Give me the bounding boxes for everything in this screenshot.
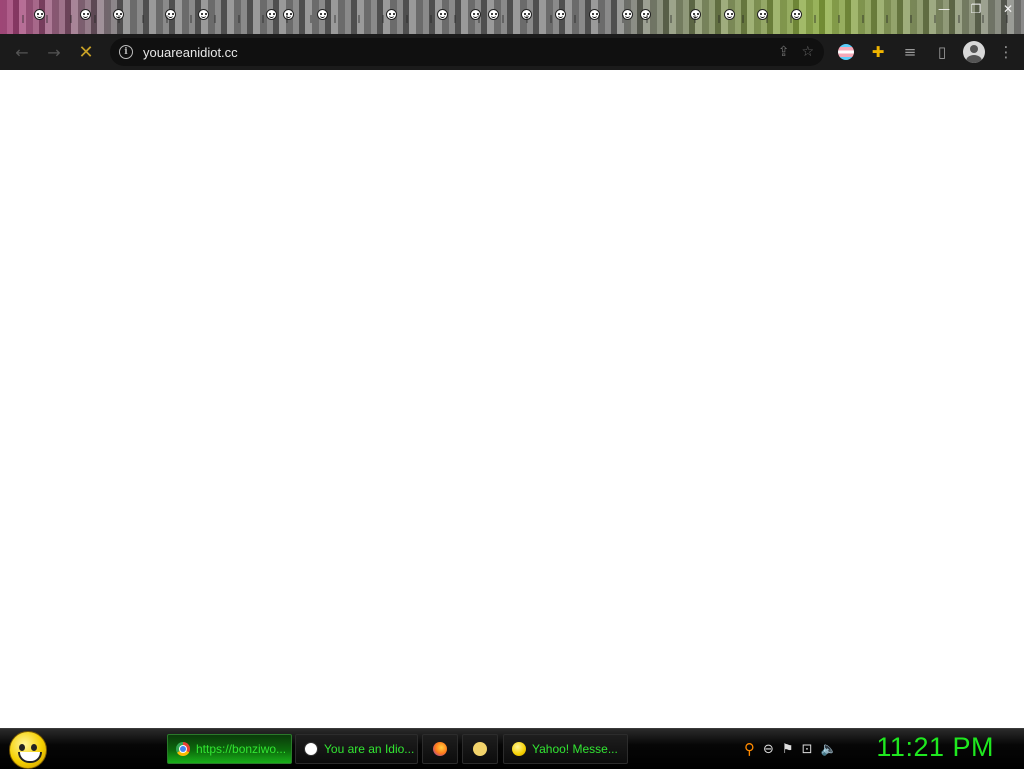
smiley-decoration-icon xyxy=(437,9,448,20)
volume-icon[interactable]: 🔈 xyxy=(820,742,836,757)
tab-strip: — ❐ ✕ xyxy=(0,0,1024,34)
yahoo-icon xyxy=(512,742,526,756)
forward-button[interactable]: → xyxy=(38,36,70,68)
folder-icon xyxy=(473,742,487,756)
close-window-button[interactable]: ✕ xyxy=(992,0,1024,18)
smiley-decoration-icon xyxy=(34,9,45,20)
action-center-flag-icon[interactable]: ⚑ xyxy=(782,742,794,757)
smiley-decoration-icon xyxy=(640,9,651,20)
smiley-decoration-icon xyxy=(521,9,532,20)
window-controls: — ❐ ✕ xyxy=(928,0,1024,18)
smiley-decoration-icon xyxy=(470,9,481,20)
share-icon[interactable]: ⇪ xyxy=(778,44,790,60)
task-button-idiot[interactable]: You are an Idio... xyxy=(295,734,418,764)
media-control-icon[interactable]: ≡ xyxy=(894,34,926,70)
smiley-decoration-icon xyxy=(791,9,802,20)
task-button-chrome[interactable]: https://bonziwo... xyxy=(167,734,292,764)
menu-icon[interactable]: ⋮ xyxy=(990,34,1022,70)
firefox-icon xyxy=(433,742,447,756)
url-text[interactable]: youareanidiot.cc xyxy=(143,45,238,60)
clock[interactable]: 11:21 PM xyxy=(876,732,994,763)
taskbar: https://bonziwo... You are an Idio... Ya… xyxy=(0,728,1024,769)
smiley-decoration-icon xyxy=(198,9,209,20)
task-label: https://bonziwo... xyxy=(196,742,287,756)
smiley-decoration-icon xyxy=(488,9,499,20)
smiley-decoration-icon xyxy=(165,9,176,20)
toolbar-actions: ✚ ≡ ▯ ⋮ xyxy=(830,34,1022,70)
smiley-decoration-icon xyxy=(757,9,768,20)
network-icon[interactable]: ⊡ xyxy=(802,742,813,757)
search-icon[interactable]: ⚲ xyxy=(744,740,755,758)
site-info-icon[interactable]: i xyxy=(119,45,133,59)
smiley-decoration-icon xyxy=(283,9,294,20)
extensions-icon[interactable]: ✚ xyxy=(862,34,894,70)
bookmark-star-icon[interactable]: ☆ xyxy=(801,44,814,60)
start-button[interactable] xyxy=(9,731,47,769)
task-button-firefox[interactable] xyxy=(422,734,458,764)
task-button-folder[interactable] xyxy=(462,734,498,764)
back-button[interactable]: ← xyxy=(6,36,38,68)
chrome-icon xyxy=(176,742,190,756)
smiley-decoration-icon xyxy=(589,9,600,20)
smiley-decoration-icon xyxy=(386,9,397,20)
profile-avatar[interactable] xyxy=(958,34,990,70)
smiley-decoration-icon xyxy=(80,9,91,20)
smiley-decoration-icon xyxy=(317,9,328,20)
stop-loading-button[interactable]: ✕ xyxy=(70,36,102,68)
profile-flag-extension-icon[interactable] xyxy=(830,34,862,70)
smiley-decoration-icon xyxy=(266,9,277,20)
smiley-decoration-icon xyxy=(724,9,735,20)
smiley-decoration-icon xyxy=(555,9,566,20)
page-content[interactable] xyxy=(0,70,1024,728)
address-bar[interactable]: i youareanidiot.cc ⇪ ☆ xyxy=(110,38,824,66)
task-label: You are an Idio... xyxy=(324,742,415,756)
system-tray: ⚲ ⊖ ⚑ ⊡ 🔈 xyxy=(744,729,837,769)
restore-button[interactable]: ❐ xyxy=(960,0,992,18)
smiley-icon xyxy=(304,742,318,756)
smiley-decoration-icon xyxy=(622,9,633,20)
task-label: Yahoo! Messe... xyxy=(532,742,618,756)
status-icon[interactable]: ⊖ xyxy=(763,742,774,757)
smiley-decoration-icon xyxy=(690,9,701,20)
minimize-button[interactable]: — xyxy=(928,0,960,18)
task-button-yahoo[interactable]: Yahoo! Messe... xyxy=(503,734,628,764)
smiley-decoration-icon xyxy=(113,9,124,20)
side-panel-icon[interactable]: ▯ xyxy=(926,34,958,70)
tab-strip-decoration xyxy=(0,9,1024,25)
browser-toolbar: ← → ✕ i youareanidiot.cc ⇪ ☆ ✚ ≡ ▯ ⋮ xyxy=(0,34,1024,70)
